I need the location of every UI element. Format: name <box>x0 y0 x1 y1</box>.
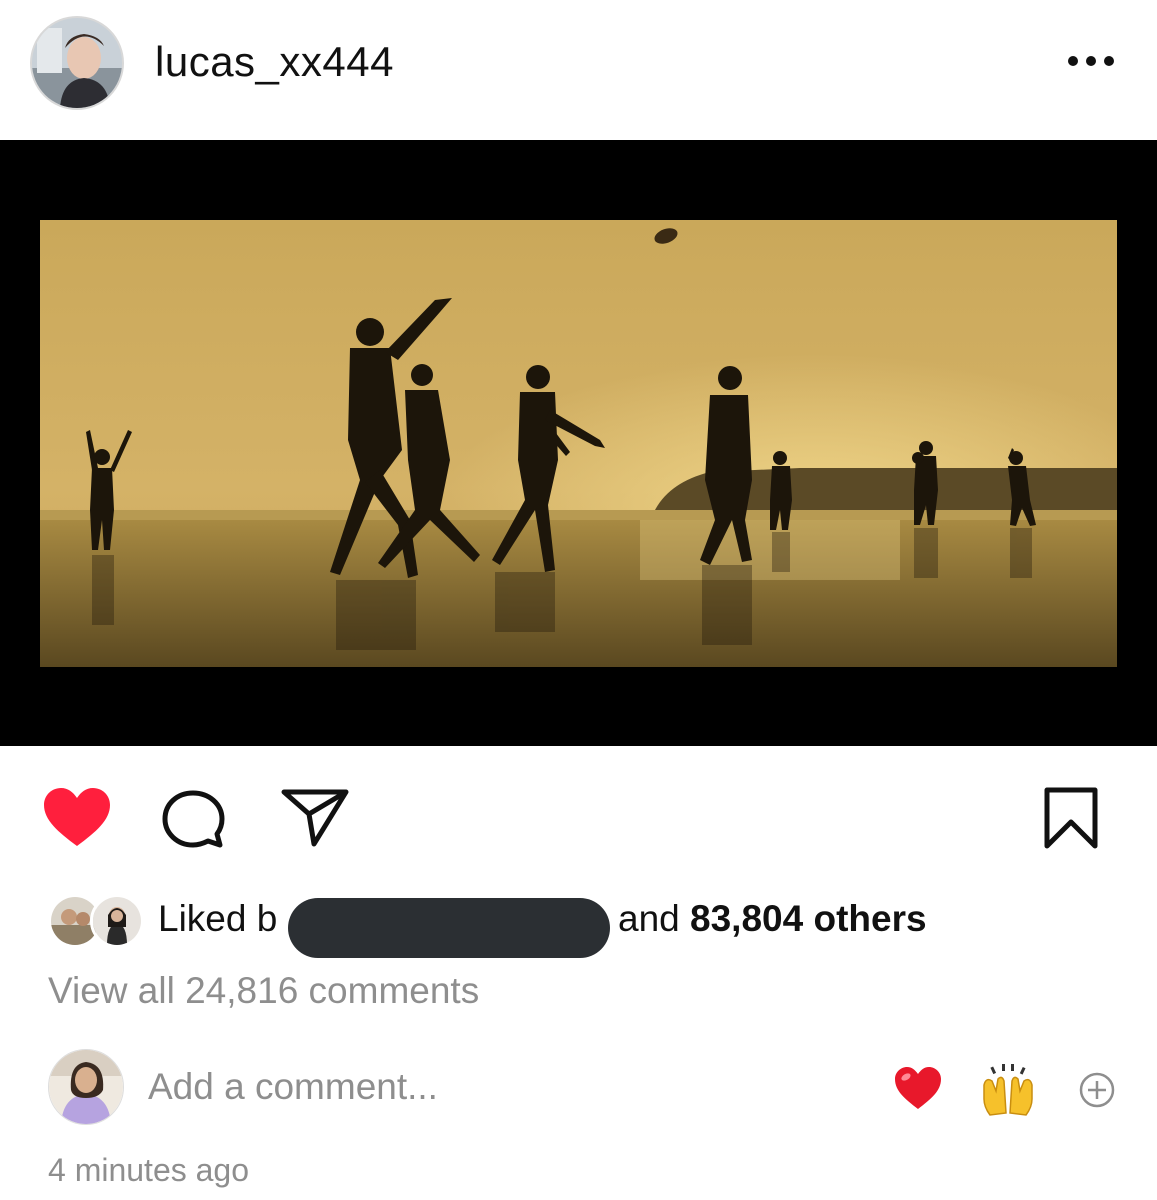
add-comment-row <box>0 1045 1157 1135</box>
likes-count[interactable]: and 83,804 others <box>618 898 927 940</box>
add-icon[interactable] <box>1078 1071 1116 1114</box>
comment-icon[interactable] <box>162 788 228 855</box>
likes-others-count: 83,804 others <box>690 898 927 939</box>
liker-avatar[interactable] <box>90 894 144 948</box>
author-avatar[interactable] <box>30 16 124 110</box>
view-all-comments-link[interactable]: View all 24,816 comments <box>48 970 479 1012</box>
redaction-bar <box>288 898 610 958</box>
more-options-icon[interactable] <box>1068 52 1114 68</box>
heart-emoji-icon[interactable] <box>893 1065 943 1116</box>
post-media[interactable] <box>0 140 1157 746</box>
heart-icon[interactable] <box>42 786 112 853</box>
bookmark-icon[interactable] <box>1042 786 1100 855</box>
liked-by-label: Liked b <box>158 898 278 939</box>
likes-summary: Liked b and 83,804 others <box>48 890 1048 958</box>
raised-hands-emoji-icon[interactable] <box>980 1063 1036 1122</box>
current-user-avatar <box>48 1049 124 1125</box>
author-username[interactable]: lucas_xx444 <box>155 38 394 86</box>
post-header: lucas_xx444 <box>0 0 1157 140</box>
post-timestamp: 4 minutes ago <box>48 1152 250 1188</box>
share-icon[interactable] <box>280 786 350 855</box>
likes-and: and <box>618 898 680 939</box>
comment-input[interactable] <box>148 1063 848 1111</box>
post-photo <box>40 220 1117 667</box>
post-actions <box>0 780 1157 860</box>
